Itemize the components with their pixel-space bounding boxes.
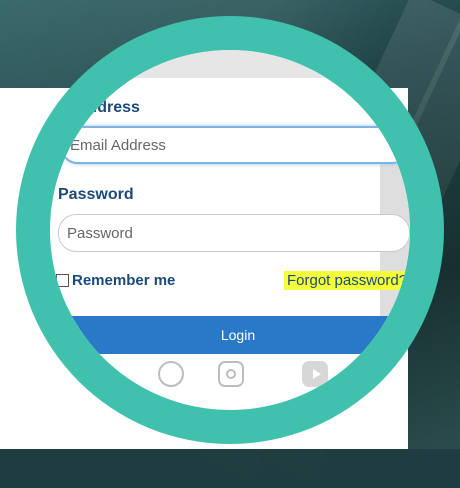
social-icons-row: [50, 361, 410, 391]
email-placeholder: Email Address: [70, 136, 166, 154]
circle-social-icon[interactable]: [158, 361, 184, 387]
remember-me-checkbox[interactable]: [56, 274, 69, 287]
email-field[interactable]: Email Address: [60, 126, 410, 164]
email-label: mail Address: [50, 99, 140, 116]
password-field[interactable]: Password: [58, 214, 410, 252]
forgot-password-link[interactable]: Forgot password?: [284, 271, 410, 290]
login-button[interactable]: Login: [50, 316, 410, 354]
magnified-login-view: mail Address Email Address Password Pass…: [50, 50, 410, 410]
remember-me-label: Remember me: [72, 272, 176, 289]
password-placeholder: Password: [67, 224, 133, 242]
login-form: mail Address Email Address Password Pass…: [50, 50, 410, 408]
instagram-icon[interactable]: [218, 361, 244, 387]
password-label: Password: [58, 186, 134, 203]
youtube-icon[interactable]: [302, 361, 328, 387]
remember-me[interactable]: Remember me: [56, 272, 175, 289]
